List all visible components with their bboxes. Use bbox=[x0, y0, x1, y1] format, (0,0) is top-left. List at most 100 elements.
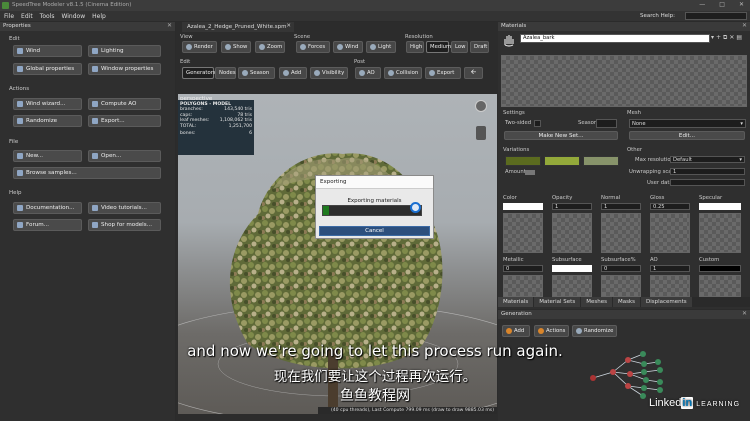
custom-map-value[interactable] bbox=[699, 265, 741, 272]
gloss-map-value[interactable]: 0.25 bbox=[650, 203, 690, 210]
menu-file[interactable]: File bbox=[4, 13, 14, 20]
opacity-map-value[interactable]: 1 bbox=[552, 203, 592, 210]
specular-map-tile[interactable] bbox=[699, 213, 741, 253]
resolution-high-button[interactable]: High bbox=[406, 41, 424, 53]
back-arrow-button[interactable]: 🡨 bbox=[464, 67, 483, 79]
resolution-low-button[interactable]: Low bbox=[451, 41, 468, 53]
menu-help[interactable]: Help bbox=[92, 13, 106, 20]
amount-slider[interactable] bbox=[525, 170, 535, 175]
custom-map-tile[interactable] bbox=[699, 275, 741, 297]
wind-button[interactable]: Wind bbox=[13, 45, 82, 57]
browse-samples-button[interactable]: Browse samples... bbox=[13, 167, 161, 179]
add-material-icon[interactable]: + bbox=[716, 34, 721, 43]
cancel-button[interactable]: Cancel bbox=[319, 226, 430, 236]
post-export-button[interactable]: Export bbox=[425, 67, 461, 79]
forum-button[interactable]: Forum... bbox=[13, 219, 82, 231]
max-resolution-select[interactable]: Default ▾ bbox=[670, 156, 745, 163]
color-map-value[interactable] bbox=[503, 203, 543, 210]
search-help-input[interactable] bbox=[685, 12, 747, 20]
subsurface-percent-tile[interactable] bbox=[601, 275, 641, 297]
tab-masks[interactable]: Masks bbox=[612, 297, 640, 307]
hand-icon[interactable] bbox=[502, 33, 516, 47]
two-sided-checkbox[interactable] bbox=[534, 120, 541, 127]
ao-button[interactable]: AO bbox=[355, 67, 381, 79]
variation-swatch-2[interactable] bbox=[544, 156, 580, 166]
color-map-tile[interactable] bbox=[503, 213, 543, 253]
add-button[interactable]: Add bbox=[279, 67, 307, 79]
compute-ao-button[interactable]: Compute AO bbox=[88, 98, 161, 110]
forces-button[interactable]: Forces bbox=[296, 41, 330, 53]
gloss-map-tile[interactable] bbox=[650, 213, 690, 253]
material-list[interactable] bbox=[501, 55, 747, 107]
subsurface-map-tile[interactable] bbox=[552, 275, 592, 297]
material-name-field[interactable]: Azalea_bark bbox=[520, 34, 710, 43]
wind-wizard-button[interactable]: Wind wizard... bbox=[13, 98, 82, 110]
open-button[interactable]: Open... bbox=[88, 150, 161, 162]
zoom-button[interactable]: Zoom bbox=[255, 41, 285, 53]
gen-actions-button[interactable]: Actions bbox=[534, 325, 569, 337]
globe-icon bbox=[17, 66, 23, 72]
collision-button[interactable]: Collision bbox=[384, 67, 422, 79]
delete-icon[interactable]: ✕ bbox=[729, 34, 734, 43]
randomize-button[interactable]: Randomize bbox=[13, 115, 82, 127]
close-panel-icon[interactable]: ✕ bbox=[742, 22, 747, 29]
metallic-map-value[interactable]: 0 bbox=[503, 265, 543, 272]
close-panel-icon[interactable]: ✕ bbox=[167, 22, 172, 29]
normal-map-tile[interactable] bbox=[601, 213, 641, 253]
render-button[interactable]: Render bbox=[182, 41, 217, 53]
variation-swatch-3[interactable] bbox=[583, 156, 619, 166]
shop-models-button[interactable]: Shop for models... bbox=[88, 219, 161, 231]
normal-map-value[interactable]: 1 bbox=[601, 203, 641, 210]
save-icon[interactable]: ▤ bbox=[736, 34, 742, 43]
menu-tools[interactable]: Tools bbox=[40, 13, 55, 20]
specular-map-value[interactable] bbox=[699, 203, 741, 210]
tab-displacements[interactable]: Displacements bbox=[641, 297, 692, 307]
visibility-button[interactable]: Visibility bbox=[310, 67, 348, 79]
window-properties-button[interactable]: Window properties bbox=[88, 63, 161, 75]
menu-edit[interactable]: Edit bbox=[21, 13, 33, 20]
maximize-icon[interactable]: □ bbox=[719, 1, 725, 8]
make-new-set-button[interactable]: Make New Set... bbox=[504, 131, 618, 140]
global-properties-button[interactable]: Global properties bbox=[13, 63, 82, 75]
tab-materials[interactable]: Materials bbox=[498, 297, 534, 307]
show-button[interactable]: Show bbox=[221, 41, 251, 53]
user-data-field[interactable] bbox=[670, 179, 745, 186]
light-direction-icon[interactable] bbox=[475, 100, 487, 112]
generators-button[interactable]: Generators bbox=[182, 67, 216, 79]
metallic-map-tile[interactable] bbox=[503, 275, 543, 297]
gen-add-button[interactable]: Add bbox=[502, 325, 530, 337]
dropdown-icon[interactable]: ▾ bbox=[711, 34, 714, 43]
tab-material-sets[interactable]: Material Sets bbox=[534, 297, 581, 307]
minimize-icon[interactable]: — bbox=[699, 1, 705, 8]
close-panel-icon[interactable]: ✕ bbox=[742, 310, 747, 317]
subsurface-percent-value[interactable]: 0 bbox=[601, 265, 641, 272]
wind-fan-icon[interactable] bbox=[476, 126, 486, 140]
new-button[interactable]: New... bbox=[13, 150, 82, 162]
resolution-medium-button[interactable]: Medium bbox=[426, 41, 451, 53]
ao-map-value[interactable]: 1 bbox=[650, 265, 690, 272]
variation-swatch-1[interactable] bbox=[505, 156, 541, 166]
gen-randomize-button[interactable]: Randomize bbox=[572, 325, 617, 337]
copy-icon[interactable]: ⧉ bbox=[723, 34, 727, 43]
nodes-button[interactable]: Nodes bbox=[215, 67, 236, 79]
season-field[interactable] bbox=[596, 119, 617, 128]
document-tab[interactable]: Azalea_2_Hedge_Pruned_White.spm ✕ bbox=[182, 22, 294, 32]
documentation-button[interactable]: Documentation... bbox=[13, 202, 82, 214]
subsurface-map-value[interactable] bbox=[552, 265, 592, 272]
close-icon[interactable]: ✕ bbox=[739, 1, 744, 8]
light-button[interactable]: Light bbox=[366, 41, 396, 53]
menu-window[interactable]: Window bbox=[61, 13, 85, 20]
video-tutorials-button[interactable]: Video tutorials... bbox=[88, 202, 161, 214]
scene-wind-button[interactable]: Wind bbox=[333, 41, 363, 53]
close-tab-icon[interactable]: ✕ bbox=[286, 23, 291, 29]
export-button[interactable]: Export... bbox=[88, 115, 161, 127]
lighting-button[interactable]: Lighting bbox=[88, 45, 161, 57]
tab-meshes[interactable]: Meshes bbox=[581, 297, 612, 307]
mesh-select[interactable]: None ▾ bbox=[629, 119, 746, 128]
unwrapping-scale-field[interactable]: 1 bbox=[670, 168, 745, 175]
ao-map-tile[interactable] bbox=[650, 275, 690, 297]
resolution-draft-button[interactable]: Draft bbox=[470, 41, 489, 53]
season-button[interactable]: Season bbox=[238, 67, 275, 79]
opacity-map-tile[interactable] bbox=[552, 213, 592, 253]
mesh-edit-button[interactable]: Edit... bbox=[629, 131, 745, 140]
